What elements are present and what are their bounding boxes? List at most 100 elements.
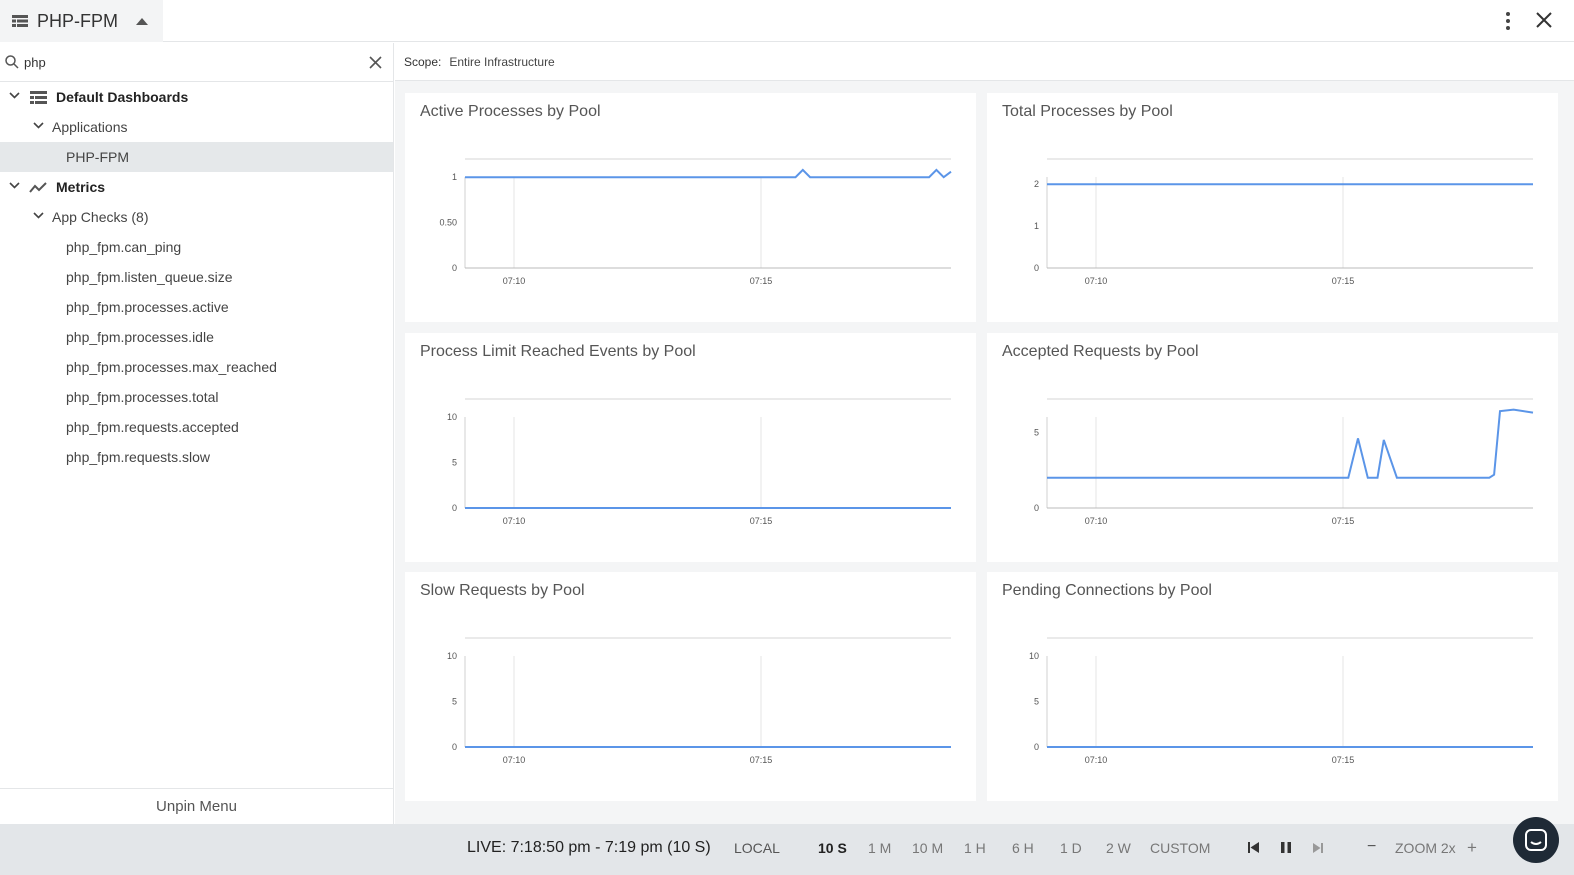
chart-panel[interactable]: Process Limit Reached Events by Pool 051… (405, 333, 976, 562)
time-navigation-bar: LIVE: 7:18:50 pm - 7:19 pm (10 S) LOCAL … (0, 824, 1574, 875)
range-6h[interactable]: 6 H (1012, 840, 1034, 856)
chart-panel[interactable]: Slow Requests by Pool 0 5 10 07:10 07:15 (405, 572, 976, 801)
metric-item-label: php_fpm.processes.active (66, 299, 229, 315)
main-content: Scope: Entire Infrastructure Active Proc… (395, 43, 1574, 824)
chart-panel[interactable]: Accepted Requests by Pool 0 5 07:10 07:15 (987, 333, 1558, 562)
range-1h[interactable]: 1 H (964, 840, 986, 856)
search-icon (5, 55, 19, 69)
search-input[interactable] (24, 52, 354, 72)
chart-panel[interactable]: Active Processes by Pool 0 0.50 1 07:10 07:1… (405, 93, 976, 322)
range-1m[interactable]: 1 M (868, 840, 891, 856)
dashboard-selector[interactable]: PHP-FPM (0, 0, 163, 42)
metric-item[interactable]: php_fpm.processes.idle (0, 322, 393, 352)
range-custom[interactable]: CUSTOM (1150, 840, 1210, 856)
pause-icon[interactable] (1281, 842, 1291, 853)
clear-search-icon[interactable] (369, 56, 382, 69)
skip-forward-icon[interactable] (1313, 843, 1323, 853)
tree-item-default-dashboards[interactable]: Default Dashboards (0, 82, 393, 112)
chart-svg: 0 0.50 1 07:10 07:15 (439, 158, 952, 286)
chart-svg: 0 1 2 07:10 07:15 (1034, 158, 1533, 286)
more-options-icon[interactable] (1500, 10, 1516, 32)
search-bar (0, 43, 393, 82)
chart-svg: 0 5 07:10 07:15 (1034, 398, 1534, 526)
y-tick-label: 0 (1034, 503, 1039, 513)
tree-item-app-checks[interactable]: App Checks (8) (0, 202, 393, 232)
x-tick-label: 07:15 (750, 755, 773, 765)
metric-item[interactable]: php_fpm.listen_queue.size (0, 262, 393, 292)
top-bar: PHP-FPM (0, 0, 1574, 42)
tree-item-metrics[interactable]: Metrics (0, 172, 393, 202)
metric-item-label: php_fpm.requests.slow (66, 449, 210, 465)
y-tick-label: 1 (452, 172, 457, 182)
tree-item-label: App Checks (8) (52, 209, 149, 225)
metric-item[interactable]: php_fpm.processes.max_reached (0, 352, 393, 382)
chevron-down-icon (9, 92, 20, 99)
chart-svg: 0 5 10 07:10 07:15 (447, 398, 951, 526)
close-icon[interactable] (1534, 10, 1554, 30)
metrics-trend-icon (29, 182, 47, 193)
chat-icon (1525, 829, 1547, 851)
y-tick-label: 2 (1034, 179, 1039, 189)
range-2w[interactable]: 2 W (1106, 840, 1131, 856)
metric-item[interactable]: php_fpm.can_ping (0, 232, 393, 262)
x-tick-label: 07:10 (1085, 516, 1108, 526)
scope-label: Scope: (404, 54, 442, 69)
timezone-toggle[interactable]: LOCAL (734, 840, 780, 856)
live-time-range: LIVE: 7:18:50 pm - 7:19 pm (10 S) (467, 839, 711, 856)
y-tick-label: 10 (447, 412, 457, 422)
metric-item-label: php_fpm.processes.max_reached (66, 359, 277, 375)
y-tick-label: 1 (1034, 221, 1039, 231)
chart-svg: 0 5 10 07:10 07:15 (447, 637, 951, 765)
unpin-menu-button[interactable]: Unpin Menu (0, 788, 393, 824)
metric-item-label: php_fpm.requests.accepted (66, 419, 239, 435)
dashboard-icon (12, 15, 28, 27)
y-tick-label: 5 (452, 458, 457, 468)
zoom-in-button[interactable]: + (1467, 838, 1477, 858)
tree-item-label: PHP-FPM (66, 149, 129, 165)
caret-up-icon (136, 17, 148, 25)
tree-item-php-fpm[interactable]: PHP-FPM (0, 142, 393, 172)
metric-item[interactable]: php_fpm.processes.active (0, 292, 393, 322)
scope-value: Entire Infrastructure (449, 54, 555, 69)
y-tick-label: 0 (452, 263, 457, 273)
metric-item-label: php_fpm.can_ping (66, 239, 182, 255)
y-tick-label: 5 (1034, 427, 1039, 437)
range-1d[interactable]: 1 D (1060, 840, 1082, 856)
x-tick-label: 07:10 (1085, 755, 1108, 765)
y-tick-label: 10 (447, 651, 457, 661)
metric-item[interactable]: php_fpm.processes.total (0, 382, 393, 412)
y-tick-label: 0 (452, 742, 457, 752)
y-tick-label: 5 (452, 697, 457, 707)
chevron-down-icon (33, 122, 44, 129)
metric-item[interactable]: php_fpm.requests.accepted (0, 412, 393, 442)
metric-item[interactable]: php_fpm.requests.slow (0, 442, 393, 472)
y-tick-label: 10 (1029, 651, 1039, 661)
y-tick-label: 0 (452, 503, 457, 513)
zoom-out-button[interactable]: − (1367, 838, 1376, 856)
tree-item-label: Default Dashboards (56, 89, 189, 105)
zoom-level: ZOOM 2x (1395, 840, 1456, 856)
y-tick-label: 0.50 (439, 218, 457, 228)
scope-bar[interactable]: Scope: Entire Infrastructure (395, 43, 1574, 81)
x-tick-label: 07:10 (1085, 276, 1108, 286)
dashboard-title: PHP-FPM (37, 10, 118, 31)
x-tick-label: 07:15 (1332, 276, 1355, 286)
skip-back-icon[interactable] (1248, 842, 1259, 853)
chart-panel[interactable]: Total Processes by Pool 0 1 2 07:10 07:15 (987, 93, 1558, 322)
x-tick-label: 07:10 (503, 516, 526, 526)
chat-button[interactable] (1513, 817, 1559, 863)
chart-panel[interactable]: Pending Connections by Pool 0 5 10 07:10 07:… (987, 572, 1558, 801)
metric-item-label: php_fpm.processes.total (66, 389, 219, 405)
series-line (1047, 408, 1534, 479)
dashboard-icon (30, 91, 47, 104)
range-10s[interactable]: 10 S (818, 840, 847, 856)
x-tick-label: 07:10 (503, 755, 526, 765)
series-line (465, 168, 952, 179)
y-tick-label: 0 (1034, 742, 1039, 752)
tree-item-applications[interactable]: Applications (0, 112, 393, 142)
x-tick-label: 07:15 (750, 276, 773, 286)
x-tick-label: 07:15 (1332, 516, 1355, 526)
range-10m[interactable]: 10 M (912, 840, 943, 856)
x-tick-label: 07:10 (503, 276, 526, 286)
x-tick-label: 07:15 (750, 516, 773, 526)
